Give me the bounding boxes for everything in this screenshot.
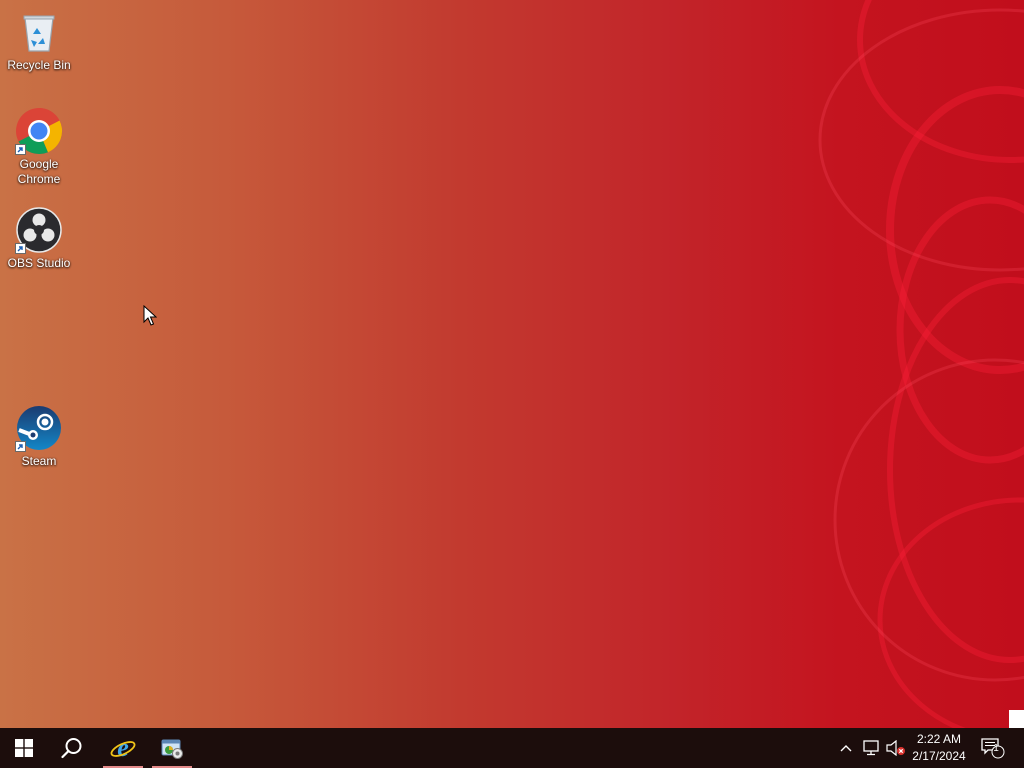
search-icon xyxy=(61,738,82,759)
chevron-up-icon xyxy=(840,745,852,752)
desktop-icon-label: OBS Studio xyxy=(7,256,71,270)
desktop-icon-google-chrome[interactable]: Google Chrome xyxy=(4,107,74,187)
search-button[interactable] xyxy=(48,728,96,768)
wallpaper-swirl xyxy=(818,0,1024,728)
volume-muted-icon xyxy=(886,740,905,756)
desktop-icon-label: Steam xyxy=(21,454,57,468)
clock-time: 2:22 AM xyxy=(916,732,962,746)
action-center-button[interactable]: 1 xyxy=(978,728,1008,768)
mouse-cursor-icon xyxy=(143,305,157,326)
taskbar-control-panel[interactable] xyxy=(152,728,192,768)
show-hidden-icons-button[interactable] xyxy=(836,728,856,768)
taskbar: e 2:22 AM 2/17/2024 1 xyxy=(0,728,1024,768)
clock-date: 2/17/2024 xyxy=(912,749,966,763)
notification-count-badge: 1 xyxy=(993,743,999,754)
windows-logo-icon xyxy=(15,739,33,757)
network-button[interactable] xyxy=(858,728,884,768)
control-panel-icon xyxy=(161,739,183,759)
start-button[interactable] xyxy=(0,728,48,768)
desktop-icon-label: Google Chrome xyxy=(17,157,61,186)
show-desktop-strip[interactable] xyxy=(1009,710,1024,728)
shortcut-arrow-icon xyxy=(15,243,26,254)
desktop-icon-steam[interactable]: Steam xyxy=(4,404,74,469)
clock[interactable]: 2:22 AM 2/17/2024 xyxy=(904,728,974,768)
desktop-icon-obs-studio[interactable]: OBS Studio xyxy=(4,206,74,271)
desktop[interactable]: Recycle Bin Google Chrome OBS Studio Ste… xyxy=(0,0,1024,728)
network-icon xyxy=(863,740,879,756)
shortcut-arrow-icon xyxy=(15,441,26,452)
desktop-icon-recycle-bin[interactable]: Recycle Bin xyxy=(4,8,74,73)
recycle-bin-icon xyxy=(23,15,55,52)
desktop-icon-label: Recycle Bin xyxy=(7,58,71,72)
internet-explorer-icon: e xyxy=(110,735,136,761)
taskbar-internet-explorer[interactable]: e xyxy=(103,728,143,768)
shortcut-arrow-icon xyxy=(15,144,26,155)
svg-text:e: e xyxy=(117,735,129,761)
